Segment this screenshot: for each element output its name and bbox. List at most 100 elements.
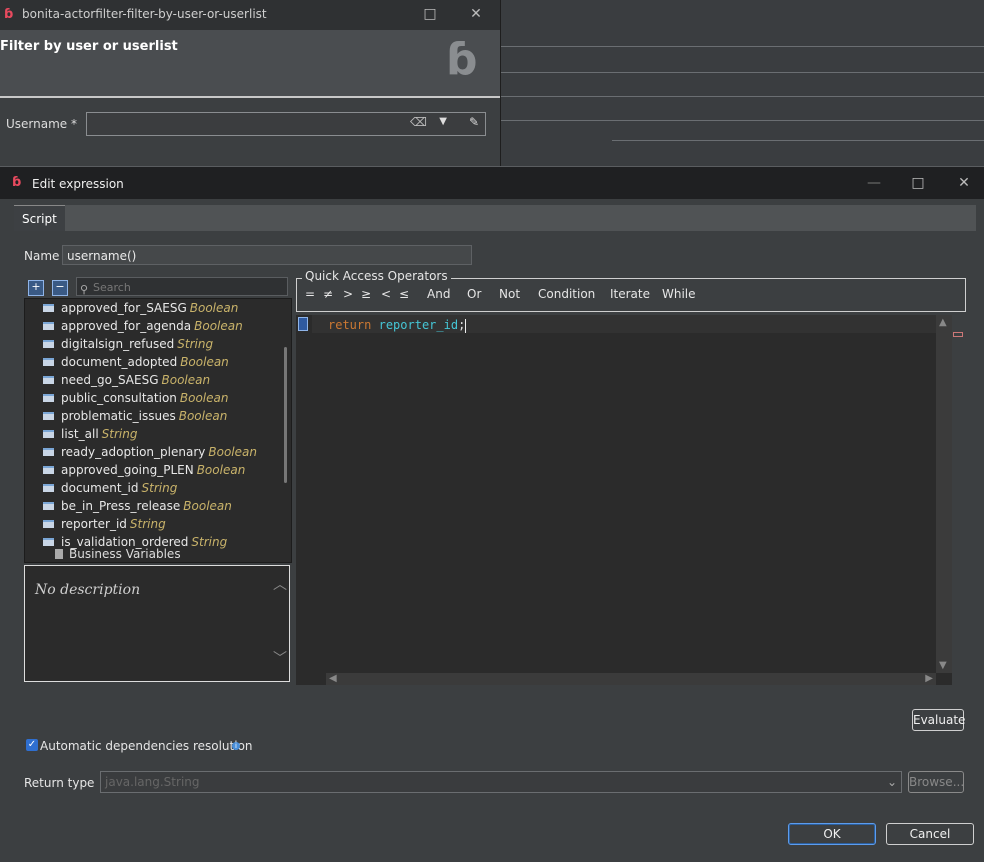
operator-not-equals[interactable]: ≠ <box>323 287 333 301</box>
minimize-icon[interactable]: — <box>862 173 886 193</box>
name-label: Name <box>24 249 60 263</box>
edit-expression-dialog: ɓ Edit expression — □ ✕ Script Name user… <box>0 166 984 862</box>
list-item[interactable]: be_in_Press_release Boolean <box>43 497 232 515</box>
overview-marker[interactable] <box>953 332 963 337</box>
variable-icon <box>43 520 54 528</box>
clear-icon[interactable]: ⌫ <box>410 115 427 129</box>
return-type-value: java.lang.String <box>105 775 200 789</box>
description-text: No description <box>35 582 141 598</box>
variable-icon <box>43 502 54 510</box>
operator-and[interactable]: And <box>427 287 450 301</box>
list-item[interactable]: reporter_id String <box>43 515 166 533</box>
operator-iterate[interactable]: Iterate <box>610 287 650 301</box>
maximize-icon[interactable]: □ <box>906 173 930 193</box>
auto-deps-checkbox[interactable]: ✓ <box>26 739 38 751</box>
edit-expression-icon[interactable]: ✎ <box>469 115 479 129</box>
scroll-up-icon[interactable]: ︿ <box>273 574 287 594</box>
canvas-connector <box>612 140 984 141</box>
canvas-line <box>500 96 984 97</box>
quick-access-operators: = ≠ > ≥ < ≤ And Or Not Condition Iterate… <box>296 278 966 312</box>
list-item[interactable]: document_id String <box>43 479 177 497</box>
name-input[interactable]: username() <box>62 245 472 265</box>
operator-condition[interactable]: Condition <box>538 287 595 301</box>
list-item[interactable]: digitalsign_refused String <box>43 335 213 353</box>
evaluate-button[interactable]: Evaluate <box>912 709 965 731</box>
username-field[interactable]: ⌫ ▼ ✎ <box>86 112 486 136</box>
variable-icon <box>43 430 54 438</box>
return-type-combo[interactable]: java.lang.String ⌄ <box>100 771 902 793</box>
search-icon: ⚲ <box>80 283 89 296</box>
variable-icon <box>43 322 54 330</box>
canvas-line <box>500 120 984 121</box>
database-icon <box>55 549 63 559</box>
scroll-up-icon[interactable]: ▲ <box>939 317 947 328</box>
operator-greater[interactable]: > <box>343 287 353 301</box>
bonita-watermark-icon: ɓ <box>446 34 478 85</box>
info-icon[interactable]: i <box>232 742 240 750</box>
script-editor-panel: Name username() + − ⚲ Search approved_fo… <box>14 231 976 801</box>
scroll-left-icon[interactable]: ◀ <box>329 673 337 684</box>
code-punctuation: ; <box>458 318 466 332</box>
list-item[interactable]: approved_for_SAESG Boolean <box>43 299 238 317</box>
operator-not[interactable]: Not <box>499 287 520 301</box>
close-icon[interactable]: ✕ <box>952 173 976 193</box>
editor-vertical-scrollbar[interactable]: ▲ ▼ <box>936 315 952 673</box>
operator-less[interactable]: < <box>381 287 391 301</box>
list-item[interactable]: document_adopted Boolean <box>43 353 229 371</box>
operator-greater-equal[interactable]: ≥ <box>361 287 371 301</box>
tab-bar: Script <box>14 205 976 232</box>
scroll-down-icon[interactable]: ﹀ <box>273 648 287 668</box>
code-line: return reporter_id; <box>328 316 467 334</box>
variable-icon <box>43 484 54 492</box>
list-item[interactable]: public_consultation Boolean <box>43 389 228 407</box>
return-type-label: Return type <box>24 776 95 790</box>
list-item[interactable]: approved_going_PLEN Boolean <box>43 461 245 479</box>
quick-access-operators-title: Quick Access Operators <box>302 269 451 283</box>
list-item[interactable]: problematic_issues Boolean <box>43 407 227 425</box>
auto-deps-label: Automatic dependencies resolution <box>40 739 253 753</box>
chevron-down-icon[interactable]: ▼ <box>439 116 447 127</box>
search-placeholder: Search <box>93 281 131 294</box>
business-variables-node[interactable]: Business Variables <box>55 547 181 561</box>
actor-filter-wizard: ɓ bonita-actorfilter-filter-by-user-or-u… <box>0 0 501 175</box>
browse-button[interactable]: Browse... <box>908 771 964 793</box>
wizard-title-bar: ɓ bonita-actorfilter-filter-by-user-or-u… <box>0 0 500 30</box>
maximize-icon[interactable]: □ <box>418 4 442 24</box>
ok-button[interactable]: OK <box>788 823 876 845</box>
variable-icon <box>43 340 54 348</box>
operator-equals[interactable]: = <box>305 287 315 301</box>
variable-icon <box>43 376 54 384</box>
list-item[interactable]: need_go_SAESG Boolean <box>43 371 210 389</box>
variable-icon <box>43 394 54 402</box>
variable-tree[interactable]: approved_for_SAESG Boolean approved_for_a… <box>24 298 292 563</box>
close-icon[interactable]: ✕ <box>464 4 488 24</box>
variable-icon <box>43 358 54 366</box>
operator-less-equal[interactable]: ≤ <box>399 287 409 301</box>
description-panel: No description ︿ ﹀ <box>24 565 290 682</box>
search-input[interactable]: ⚲ Search <box>76 277 288 296</box>
chevron-down-icon[interactable]: ⌄ <box>887 772 897 792</box>
dialog-title: Edit expression <box>32 177 124 191</box>
fold-icon[interactable] <box>298 317 308 331</box>
editor-horizontal-scrollbar[interactable]: ◀ ▶ <box>326 673 936 685</box>
operator-while[interactable]: While <box>662 287 696 301</box>
wizard-heading: Filter by user or userlist <box>0 39 178 54</box>
collapse-all-icon[interactable]: − <box>52 280 68 296</box>
operator-or[interactable]: Or <box>467 287 481 301</box>
script-editor[interactable]: return reporter_id; ▲ ▼ ◀ ▶ <box>296 315 966 685</box>
tree-scrollbar[interactable] <box>284 347 287 483</box>
cancel-button[interactable]: Cancel <box>886 823 974 845</box>
expand-all-icon[interactable]: + <box>28 280 44 296</box>
scroll-down-icon[interactable]: ▼ <box>939 660 947 671</box>
list-item[interactable]: approved_for_agenda Boolean <box>43 317 243 335</box>
text-caret <box>465 318 467 333</box>
list-item[interactable]: ready_adoption_plenary Boolean <box>43 443 257 461</box>
scroll-right-icon[interactable]: ▶ <box>925 673 933 684</box>
canvas-line <box>500 46 984 47</box>
tab-script[interactable]: Script <box>14 205 65 232</box>
list-item[interactable]: list_all String <box>43 425 137 443</box>
process-canvas <box>500 0 984 180</box>
expression-panel: Script Name username() + − ⚲ Search appr… <box>14 205 976 801</box>
overview-ruler <box>952 315 966 685</box>
bonita-logo-icon: ɓ <box>12 175 22 190</box>
